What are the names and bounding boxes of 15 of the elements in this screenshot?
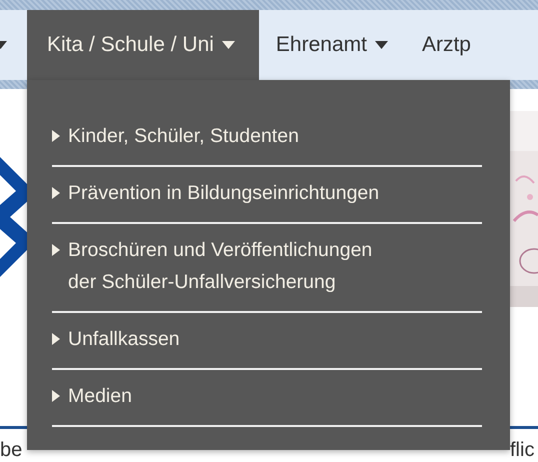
triangle-icon [52, 130, 60, 142]
menu-item[interactable]: Kinder, Schüler, Studenten [52, 110, 482, 167]
menu-item[interactable]: Prävention in Bildungseinrichtungen [52, 167, 482, 224]
menu-item[interactable]: Unfallkassen [52, 313, 482, 370]
menu-item[interactable]: Broschüren und Veröffentlichungen der Schüler-Unfallversicherung [52, 224, 482, 313]
nav-tab[interactable]: Ehrenamt [258, 10, 405, 80]
triangle-icon [52, 244, 60, 256]
teaser-title: be [0, 439, 24, 462]
triangle-icon [52, 390, 60, 402]
teaser-title: flic [510, 439, 536, 462]
nav-tab[interactable]: Kita / Schule / Uni [27, 10, 259, 80]
triangle-icon [52, 187, 60, 199]
menu-item[interactable]: Medien [52, 370, 482, 427]
triangle-icon [52, 333, 60, 345]
nav-tab[interactable]: Arztp [404, 10, 471, 80]
